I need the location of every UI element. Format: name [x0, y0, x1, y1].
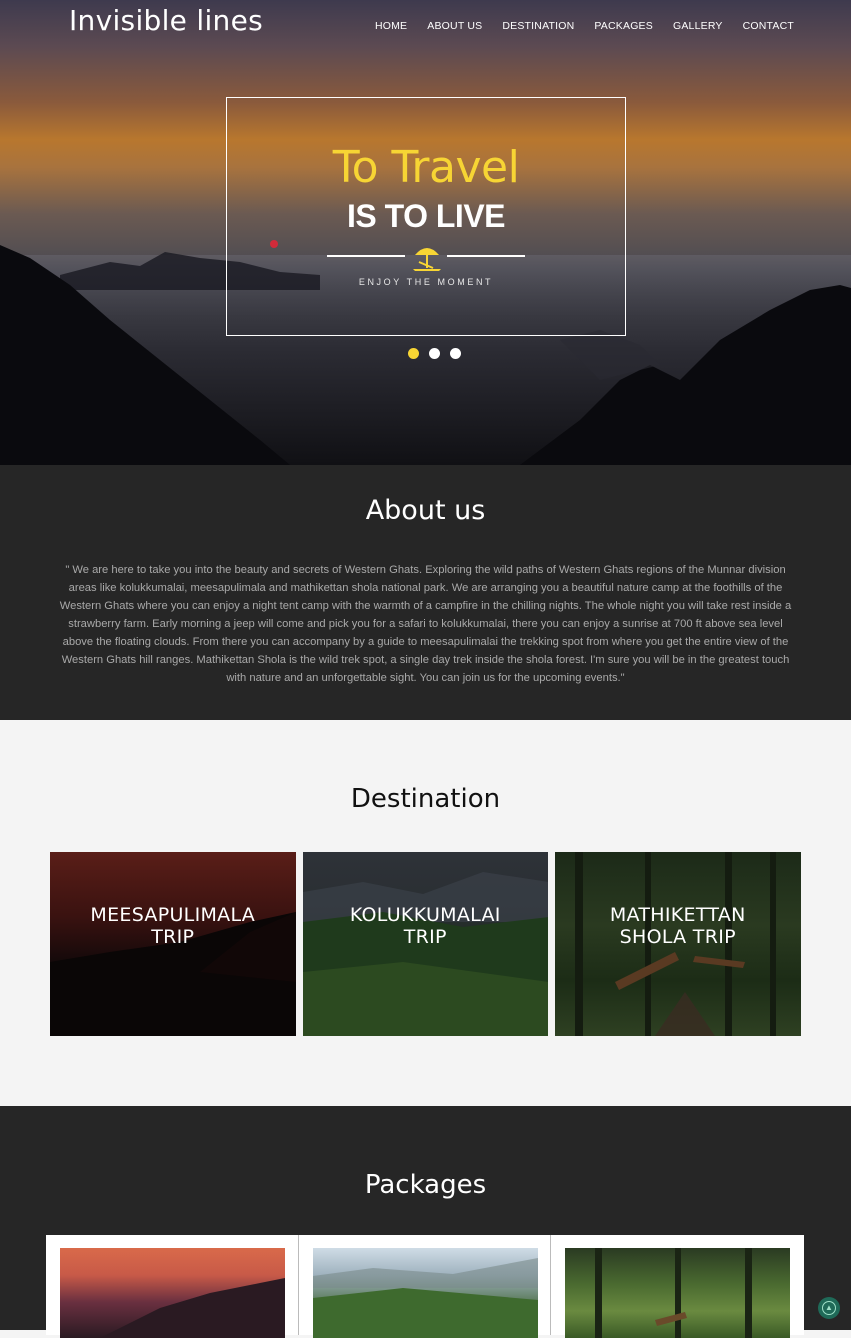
destination-card-label: MEESAPULIMALA TRIP	[90, 904, 256, 948]
destination-card-meesapulimala[interactable]: MEESAPULIMALA TRIP	[50, 852, 296, 1036]
destination-card-label: MATHIKETTAN SHOLA TRIP	[609, 904, 746, 948]
about-text: " We are here to take you into the beaut…	[59, 564, 792, 684]
nav-contact[interactable]: CONTACT	[743, 20, 794, 32]
slider-dot-3[interactable]	[450, 348, 461, 359]
about-heading: About us	[365, 495, 486, 526]
destination-card-kolukkumalai[interactable]: KOLUKKUMALAI TRIP	[302, 852, 548, 1036]
hero-title-line1: To Travel	[332, 142, 520, 193]
hero-caption-box: To Travel IS TO LIVE ENJOY THE MOMENT	[226, 97, 626, 336]
packages-heading: Packages	[364, 1170, 487, 1200]
destination-section: Destination MEESAPULIMALA TRIP KOLUKKUMA…	[0, 720, 851, 1106]
package-card[interactable]	[46, 1235, 299, 1338]
nav-about-us[interactable]: ABOUT US	[427, 20, 482, 32]
package-card[interactable]	[299, 1235, 552, 1338]
hero-section: Invisible lines HOME ABOUT US DESTINATIO…	[0, 0, 851, 465]
package-image	[565, 1248, 791, 1338]
site-logo[interactable]: Invisible lines	[69, 4, 263, 37]
hero-subtitle: ENJOY THE MOMENT	[358, 277, 494, 287]
nav-home[interactable]: HOME	[375, 20, 407, 32]
hero-title-line2: IS TO LIVE	[347, 198, 506, 234]
beach-umbrella-icon	[413, 248, 441, 271]
about-section: About us " We are here to take you into …	[0, 465, 851, 720]
package-image	[60, 1248, 285, 1338]
nav-gallery[interactable]: GALLERY	[673, 20, 723, 32]
arrow-up-circle-icon: ▲	[822, 1301, 836, 1315]
back-to-top-button[interactable]: ▲	[818, 1297, 840, 1319]
hero-divider-left	[327, 255, 405, 257]
packages-panel	[46, 1235, 804, 1338]
hero-divider-right	[447, 255, 525, 257]
slider-dot-2[interactable]	[429, 348, 440, 359]
destination-card-mathikettan[interactable]: MATHIKETTAN SHOLA TRIP	[555, 852, 801, 1036]
package-card[interactable]	[551, 1235, 804, 1338]
destination-card-label: KOLUKKUMALAI TRIP	[349, 904, 501, 948]
slider-dot-1[interactable]	[408, 348, 419, 359]
nav-destination[interactable]: DESTINATION	[502, 20, 574, 32]
destination-heading: Destination	[350, 784, 501, 814]
packages-section: Packages	[0, 1106, 851, 1338]
destination-cards: MEESAPULIMALA TRIP KOLUKKUMALAI TRIP MAT…	[50, 852, 801, 1036]
nav-packages[interactable]: PACKAGES	[594, 20, 653, 32]
slider-dots	[408, 348, 461, 359]
main-nav: HOME ABOUT US DESTINATION PACKAGES GALLE…	[375, 20, 794, 32]
package-image	[312, 1248, 538, 1338]
